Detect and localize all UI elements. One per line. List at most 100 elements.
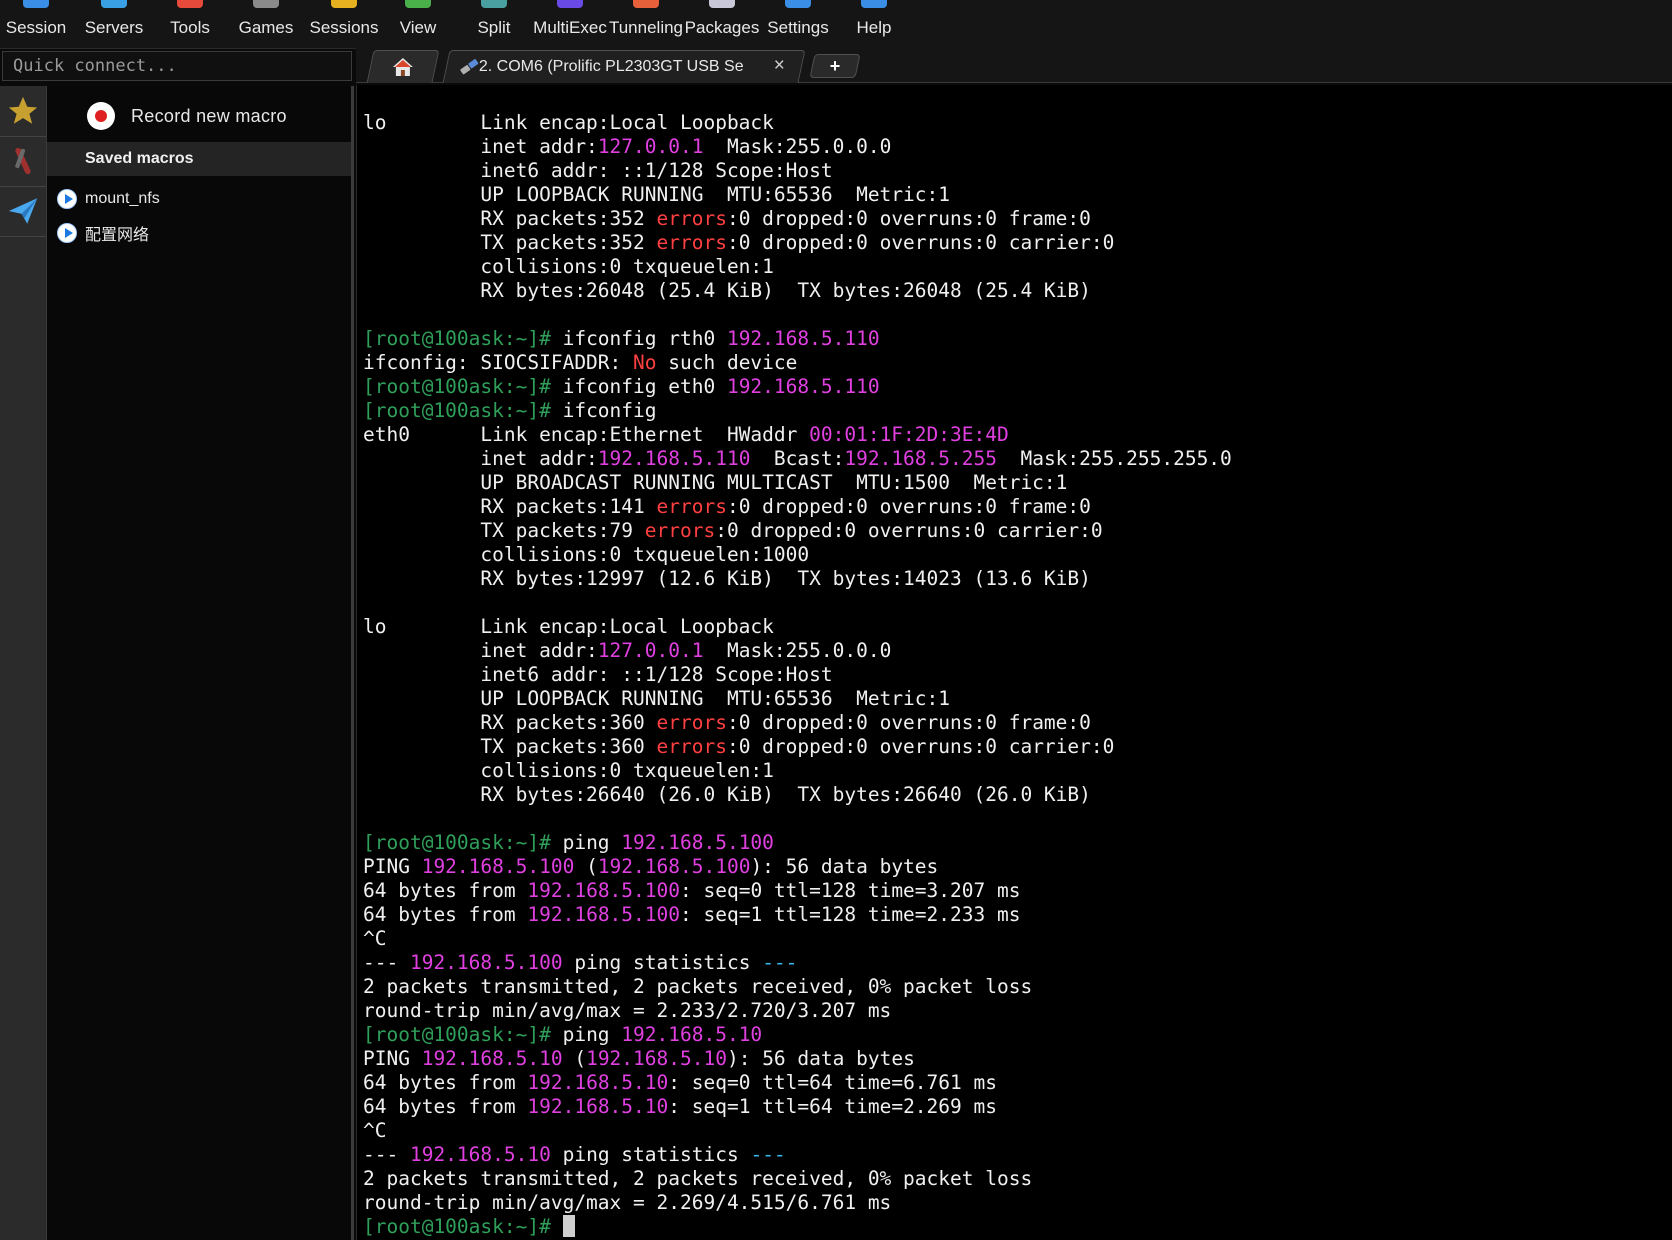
terminal-text: --- (750, 1143, 786, 1166)
terminal-text: such device (656, 351, 798, 374)
tools-icon (15, 147, 31, 175)
view-icon (405, 0, 431, 8)
tab-home[interactable] (366, 50, 440, 83)
terminal-text: RX bytes:26640 (26.0 KiB) TX bytes:26640… (363, 783, 1091, 806)
tab-com6-session[interactable]: 2. COM6 (Prolific PL2303GT USB Se × (442, 50, 806, 83)
terminal-text: :0 dropped:0 overruns:0 carrier:0 (726, 735, 1115, 758)
terminal-text: 192.168.5.100 (527, 879, 680, 902)
terminal-text: 192.168.5.100 (527, 903, 680, 926)
shell-prompt: [root@100ask:~]# (363, 327, 551, 350)
terminal-text: errors (656, 207, 727, 230)
sidebar-icon-strip (0, 86, 47, 1240)
terminal-lines: lo Link encap:Local Loopback inet addr: 1… (363, 111, 1232, 1239)
shell-prompt: [root@100ask:~]# (363, 375, 551, 398)
terminal-text: 192.168.5.10 (527, 1095, 669, 1118)
terminal-text: ( (562, 1047, 587, 1070)
serial-plug-icon (460, 59, 479, 75)
terminal-line: UP LOOPBACK RUNNING MTU:65536 Metric:1 (363, 183, 1232, 207)
terminal-text: :0 dropped:0 overruns:0 frame:0 (726, 711, 1091, 734)
terminal-text: 192.168.5.10 (621, 1023, 763, 1046)
terminal-text: --- (762, 951, 798, 974)
terminal-line: RX bytes:26640 (26.0 KiB) TX bytes:26640… (363, 783, 1232, 807)
play-icon (57, 189, 77, 209)
terminal-output[interactable]: lo Link encap:Local Loopback inet addr: 1… (356, 85, 1672, 1240)
terminal-text: 64 bytes from (363, 903, 528, 926)
toolbar-help-button[interactable]: Help (836, 0, 912, 48)
record-macro-button[interactable]: Record new macro (87, 98, 287, 134)
terminal-text: RX packets:352 (363, 207, 657, 230)
tab-bar: 2. COM6 (Prolific PL2303GT USB Se × + (356, 48, 1672, 83)
toolbar-games-button[interactable]: Games (228, 0, 304, 48)
terminal-text: lo Link encap:Local Loopback (363, 615, 774, 638)
terminal-line: round-trip min/avg/max = 2.233/2.720/3.2… (363, 999, 1232, 1023)
close-icon[interactable]: × (774, 55, 785, 77)
macro-item-mount-nfs[interactable]: mount_nfs (57, 184, 160, 214)
terminal-text: ( (574, 855, 598, 878)
star-icon (331, 0, 357, 8)
toolbar-tools-button[interactable]: Tools (152, 0, 228, 48)
terminal-line: ^C (363, 927, 1232, 951)
new-tab-button[interactable]: + (809, 54, 861, 78)
terminal-text: ^C (363, 1119, 387, 1142)
terminal-line: UP BROADCAST RUNNING MULTICAST MTU:1500 … (363, 471, 1232, 495)
split-icon (481, 0, 507, 8)
terminal-line: 64 bytes from 192.168.5.10: seq=1 ttl=64… (363, 1095, 1232, 1119)
terminal-text: errors (656, 231, 727, 254)
terminal-line: PING 192.168.5.10 (192.168.5.10): 56 dat… (363, 1047, 1232, 1071)
terminal-text: Mask:255.255.255.0 (996, 447, 1232, 470)
toolbar-label: Tunneling (608, 18, 684, 37)
toolbar-label: Packages (684, 18, 760, 37)
terminal-text: 192.168.5.100 (621, 831, 774, 854)
macro-item-configure-network[interactable]: 配置网络 (57, 218, 149, 248)
tools-icon (177, 0, 203, 8)
terminal-text: Mask:255.0.0.0 (703, 639, 892, 662)
terminal-text: 64 bytes from (363, 1071, 528, 1094)
terminal-text: TX packets:352 (363, 231, 657, 254)
terminal-line: 2 packets transmitted, 2 packets receive… (363, 975, 1232, 999)
terminal-text: ): 56 data bytes (750, 855, 939, 878)
terminal-text: 192.168.5.10 (527, 1071, 669, 1094)
toolbar-label: Games (238, 18, 294, 37)
toolbar-settings-button[interactable]: Settings (760, 0, 836, 48)
terminal-text: ping (550, 1023, 622, 1046)
toolbar-tunneling-button[interactable]: Tunneling (608, 0, 684, 48)
help-icon (861, 0, 887, 8)
terminal-text: :0 dropped:0 overruns:0 frame:0 (726, 207, 1091, 230)
terminal-text: : seq=0 ttl=128 time=3.207 ms (680, 879, 1021, 902)
terminal-text: collisions:0 txqueuelen:1 (363, 759, 774, 782)
terminal-text: inet addr: (363, 135, 598, 158)
toolbar-view-button[interactable]: View (380, 0, 456, 48)
terminal-line: ^C (363, 1119, 1232, 1143)
terminal-text: 192.168.5.100 (421, 855, 575, 878)
terminal-text: ^C (363, 927, 387, 950)
terminal-text: collisions:0 txqueuelen:1 (363, 255, 774, 278)
sidebar-item-tools[interactable] (0, 136, 46, 187)
sidebar-item-sessions[interactable] (0, 86, 46, 137)
toolbar-label: Tools (170, 18, 210, 37)
toolbar-label: Help (856, 18, 892, 37)
toolbar-split-button[interactable]: Split (456, 0, 532, 48)
quick-connect-input[interactable] (2, 51, 352, 81)
terminal-line: lo Link encap:Local Loopback (363, 111, 1232, 135)
sidebar-item-macros[interactable] (0, 186, 46, 237)
terminal-line: [root@100ask:~]# ifconfig rth0 192.168.5… (363, 327, 1232, 351)
toolbar-packages-button[interactable]: Packages (684, 0, 760, 48)
toolbar-label: View (399, 18, 437, 37)
macros-panel: Record new macro Saved macros mount_nfs … (47, 86, 354, 1240)
terminal-text: inet addr: (363, 639, 598, 662)
toolbar-servers-button[interactable]: Servers (76, 0, 152, 48)
tunnel-icon (633, 0, 659, 8)
terminal-text: 192.168.5.100 (409, 951, 563, 974)
toolbar-sessions-button[interactable]: Sessions (304, 0, 384, 48)
terminal-text: 192.168.5.110 (726, 375, 880, 398)
toolbar-session-button[interactable]: Session (0, 0, 72, 48)
macro-item-label: 配置网络 (85, 227, 150, 244)
terminal-line: RX packets:352 errors:0 dropped:0 overru… (363, 207, 1232, 231)
toolbar-label: Servers (84, 18, 144, 37)
shell-prompt: [root@100ask:~]# (363, 1023, 551, 1046)
terminal-text: collisions:0 txqueuelen:1000 (363, 543, 810, 566)
toolbar-label: Session (5, 18, 67, 37)
terminal-text: RX packets:141 (363, 495, 657, 518)
toolbar-multiexec-button[interactable]: MultiExec (532, 0, 608, 48)
